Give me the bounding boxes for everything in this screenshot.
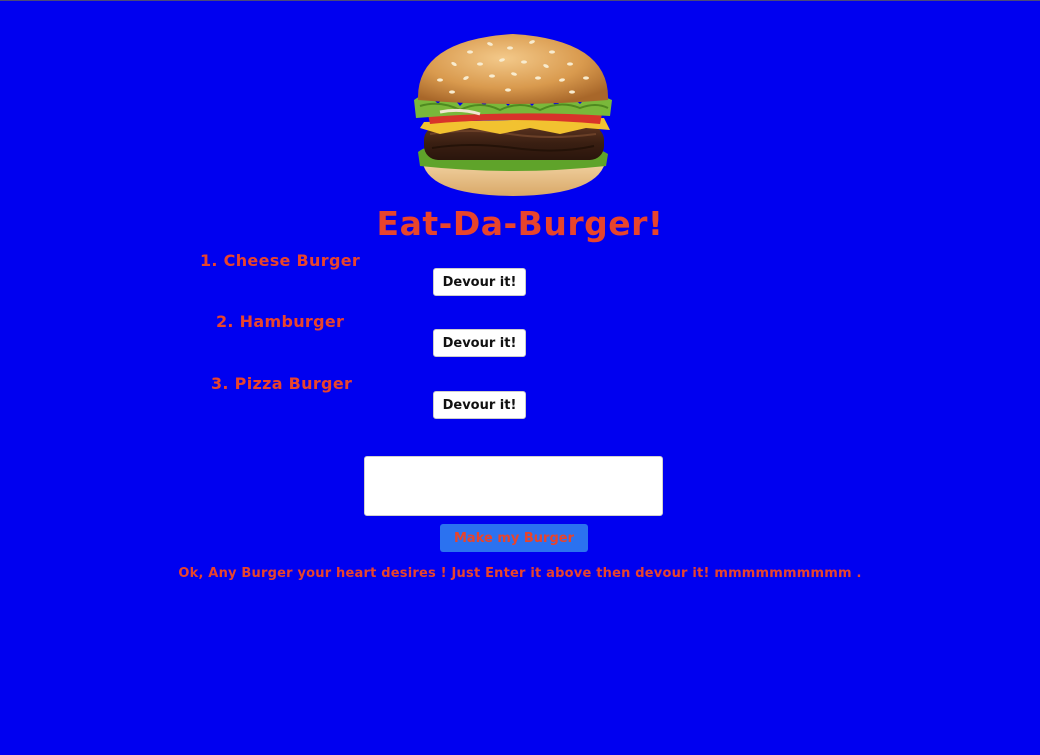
devour-button[interactable]: Devour it! bbox=[433, 268, 526, 296]
devour-button[interactable]: Devour it! bbox=[433, 329, 526, 357]
tagline-text: Ok, Any Burger your heart desires ! Just… bbox=[178, 566, 862, 581]
make-burger-button[interactable]: Make my Burger bbox=[440, 524, 588, 552]
burger-image bbox=[414, 34, 612, 196]
burger-item-label: 3. Pizza Burger bbox=[211, 374, 353, 393]
page-title: Eat-Da-Burger! bbox=[376, 204, 664, 243]
burger-name-input[interactable] bbox=[364, 456, 663, 516]
top-border bbox=[0, 0, 1040, 1]
devour-button[interactable]: Devour it! bbox=[433, 391, 526, 419]
burger-item-label: 1. Cheese Burger bbox=[200, 251, 361, 270]
burger-item-label: 2. Hamburger bbox=[216, 312, 345, 331]
